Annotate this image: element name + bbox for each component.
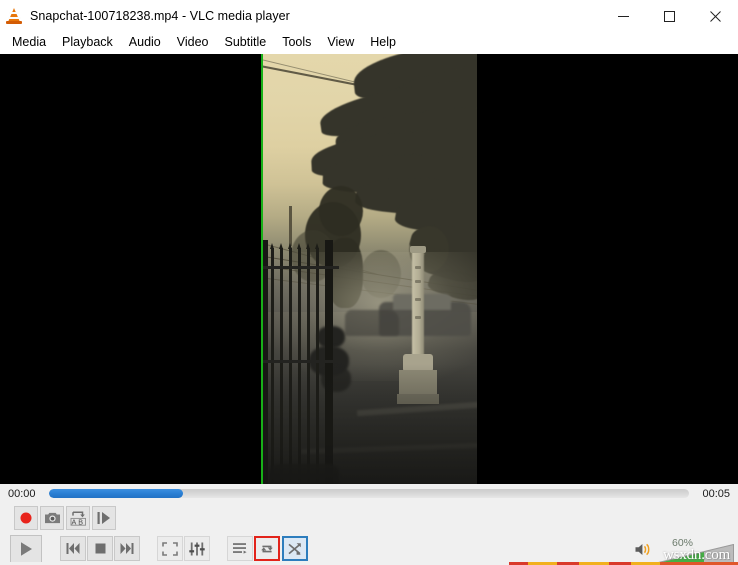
utility-pole — [289, 206, 292, 246]
control-toolbar: A B 60% wsxdn.com — [0, 503, 738, 565]
equalizer-icon — [189, 542, 205, 555]
shuffle-icon — [288, 542, 301, 555]
loop-icon — [261, 545, 273, 552]
title-bar: Snapchat-100718238.mp4 - VLC media playe… — [0, 0, 738, 32]
menu-item-video[interactable]: Video — [169, 33, 217, 52]
menu-item-playback[interactable]: Playback — [54, 33, 121, 52]
roadside-pole-cap — [410, 246, 426, 253]
play-icon — [21, 541, 32, 556]
frame-step-icon — [97, 511, 110, 524]
parked-car — [345, 310, 399, 336]
speaker-icon — [635, 543, 650, 556]
pole-marking — [415, 298, 421, 301]
stop-icon — [95, 543, 105, 554]
mute-toggle-button[interactable] — [634, 541, 654, 561]
menu-bar: Media Playback Audio Video Subtitle Tool… — [0, 32, 738, 54]
main-controls-row — [0, 532, 738, 565]
video-frame — [261, 54, 477, 484]
snapshot-button[interactable] — [40, 505, 64, 530]
extended-settings-button[interactable] — [184, 536, 210, 561]
pole-marking — [415, 280, 421, 283]
close-icon — [709, 10, 721, 22]
menu-item-media[interactable]: Media — [4, 33, 54, 52]
shuffle-button[interactable] — [282, 536, 308, 561]
seek-slider[interactable] — [49, 489, 689, 498]
playlist-icon — [233, 543, 247, 554]
window-controls — [600, 0, 738, 32]
menu-item-audio[interactable]: Audio — [121, 33, 169, 52]
video-vignette — [261, 364, 477, 484]
loop-button[interactable] — [254, 536, 280, 561]
minimize-icon — [617, 15, 629, 17]
next-button[interactable] — [114, 536, 140, 561]
frame-by-frame-button[interactable] — [92, 505, 116, 530]
volume-control[interactable]: 60% wsxdn.com — [634, 533, 734, 563]
minimize-button[interactable] — [600, 0, 646, 32]
record-icon — [20, 512, 32, 523]
total-time-label: 00:05 — [702, 487, 730, 500]
previous-button[interactable] — [60, 536, 86, 561]
pole-marking — [415, 316, 421, 319]
skip-previous-icon — [66, 543, 80, 554]
vlc-media-player-window: Snapchat-100718238.mp4 - VLC media playe… — [0, 0, 738, 565]
volume-percent-label: 60% — [672, 537, 694, 549]
vlc-cone-icon — [5, 7, 23, 25]
playlist-button[interactable] — [227, 536, 253, 561]
close-button[interactable] — [692, 0, 738, 32]
play-button[interactable] — [10, 534, 42, 563]
advanced-controls-row: A B — [0, 503, 738, 532]
seek-slider-fill — [49, 489, 184, 498]
stop-button[interactable] — [87, 536, 113, 561]
video-selection-edge — [261, 54, 263, 484]
fullscreen-icon — [162, 541, 178, 556]
ab-loop-button[interactable]: A B — [66, 505, 90, 530]
maximize-icon — [663, 10, 675, 22]
skip-next-icon — [120, 543, 134, 554]
maximize-button[interactable] — [646, 0, 692, 32]
tree-silhouette — [319, 186, 363, 236]
fullscreen-button[interactable] — [157, 536, 183, 561]
menu-item-view[interactable]: View — [319, 33, 362, 52]
menu-item-tools[interactable]: Tools — [274, 33, 319, 52]
elapsed-time-label: 00:00 — [8, 487, 36, 500]
menu-item-subtitle[interactable]: Subtitle — [217, 33, 275, 52]
camera-icon — [44, 512, 60, 523]
window-title: Snapchat-100718238.mp4 - VLC media playe… — [30, 9, 290, 23]
pole-marking — [415, 266, 421, 269]
ab-loop-icon: A B — [70, 510, 86, 526]
seek-bar-row: 00:00 00:05 — [0, 484, 738, 503]
volume-slider[interactable]: 60% — [658, 537, 734, 563]
record-button[interactable] — [14, 505, 38, 530]
video-output-area[interactable] — [0, 54, 738, 484]
menu-item-help[interactable]: Help — [362, 33, 404, 52]
